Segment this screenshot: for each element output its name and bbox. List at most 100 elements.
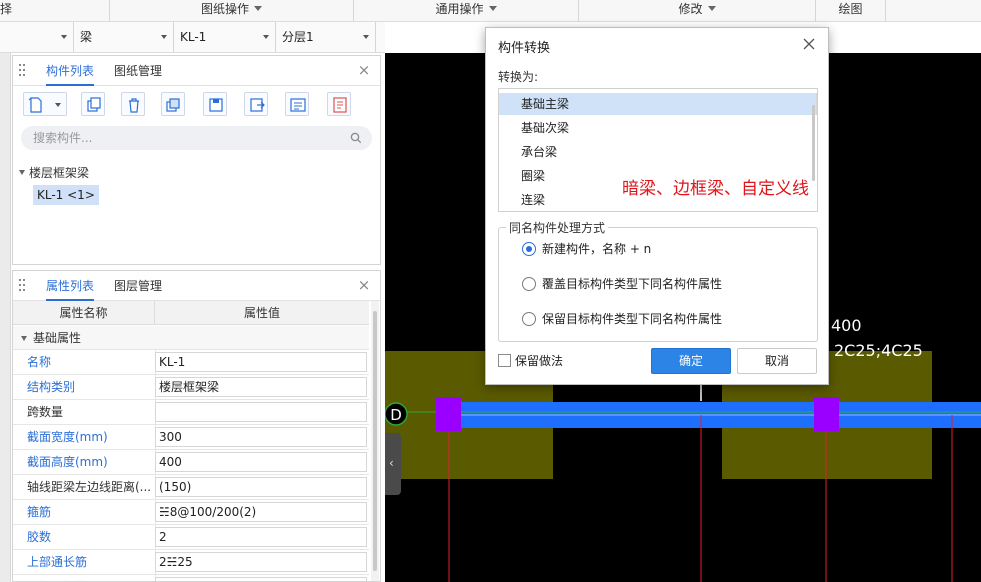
save-icon: [209, 98, 223, 112]
list-item[interactable]: 承台梁: [499, 141, 817, 163]
property-value-field[interactable]: 楼层框架梁: [155, 377, 367, 397]
layer-select[interactable]: 分层1: [276, 22, 376, 52]
property-value-field[interactable]: ☵8@100/200(2): [155, 502, 367, 522]
property-name: 下部通长筋: [27, 575, 87, 581]
property-name: 跨数量: [27, 405, 64, 419]
layer-copy-button[interactable]: [161, 92, 185, 116]
search-icon[interactable]: [350, 132, 362, 144]
search-input[interactable]: [33, 129, 333, 147]
keep-method-label: 保留做法: [515, 354, 564, 368]
section-label: 基础属性: [33, 331, 82, 345]
radio-icon: [522, 277, 536, 291]
ribbon-group-partial[interactable]: 择: [0, 0, 110, 21]
beam-size-text: 400: [831, 316, 862, 335]
option-label: 新建构件，名称 + n: [542, 242, 652, 256]
property-value-field[interactable]: 400: [155, 452, 367, 472]
delete-component-button[interactable]: [121, 92, 145, 116]
property-row[interactable]: 跨数量: [13, 400, 369, 425]
export-icon: [250, 98, 265, 112]
dialog-title: 构件转换: [498, 41, 551, 56]
chevron-down-icon: [19, 170, 25, 175]
new-component-button[interactable]: [23, 92, 67, 116]
property-value-field[interactable]: 300: [155, 427, 367, 447]
same-name-legend: 同名构件处理方式: [506, 219, 609, 236]
filter-button[interactable]: [327, 92, 351, 116]
property-row[interactable]: 轴线距梁左边线距离(... (150): [13, 475, 369, 500]
ribbon-group-draw-label: 绘图: [838, 2, 863, 16]
radio-icon: [522, 312, 536, 326]
list-item[interactable]: 基础主梁: [499, 93, 817, 115]
property-row[interactable]: 胶数 2: [13, 525, 369, 550]
chevron-left-icon: ‹: [389, 456, 394, 470]
element-name-select[interactable]: KL-1: [174, 22, 276, 52]
property-scrollbar[interactable]: [371, 301, 379, 581]
collapse-panel-handle[interactable]: ‹: [385, 433, 401, 495]
tab-component-list[interactable]: 构件列表: [46, 56, 95, 86]
chevron-down-icon: [55, 103, 61, 107]
chevron-down-icon: [61, 35, 67, 39]
tree-group-label: 楼层框架梁: [29, 166, 90, 180]
new-file-icon: [28, 97, 42, 113]
ribbon-group-general-ops[interactable]: 通用操作: [354, 0, 579, 21]
property-value-field[interactable]: KL-1: [155, 352, 367, 372]
ribbon-group-drawing-ops[interactable]: 图纸操作: [110, 0, 354, 21]
tab-property-list[interactable]: 属性列表: [46, 271, 95, 301]
selector-row: 梁 KL-1 分层1: [0, 22, 385, 53]
beam-node[interactable]: [814, 397, 839, 431]
ribbon-bar: 择 图纸操作 通用操作 修改 绘图: [0, 0, 981, 22]
close-icon[interactable]: [800, 35, 818, 53]
tree-item-kl1[interactable]: KL-1 <1>: [33, 185, 99, 205]
property-row[interactable]: 截面宽度(mm) 300: [13, 425, 369, 450]
property-value-field[interactable]: 2☵25: [155, 552, 367, 572]
cancel-button[interactable]: 取消: [737, 348, 817, 374]
property-row[interactable]: 上部通长筋 2☵25: [13, 550, 369, 575]
drag-grip-icon[interactable]: [19, 64, 27, 78]
property-row[interactable]: 下部通长筋 4☵25: [13, 575, 369, 581]
property-value-field[interactable]: 4☵25: [155, 577, 367, 581]
close-icon[interactable]: ×: [356, 62, 372, 78]
scrollbar-thumb[interactable]: [373, 311, 377, 571]
section-basic-props[interactable]: 基础属性: [13, 326, 369, 350]
property-row[interactable]: 箍筋 ☵8@100/200(2): [13, 500, 369, 525]
element-type-select[interactable]: 梁: [74, 22, 174, 52]
beam-rebar-text: 2C25;4C25: [834, 341, 923, 360]
floor-select[interactable]: [0, 22, 74, 52]
tab-drawing-management[interactable]: 图纸管理: [114, 56, 162, 86]
property-panel-tabs: 属性列表 图层管理 ×: [13, 271, 380, 301]
detail-list-icon: [333, 97, 347, 113]
ok-button[interactable]: 确定: [651, 348, 731, 374]
extract-button[interactable]: [244, 92, 268, 116]
ribbon-group-modify[interactable]: 修改: [579, 0, 816, 21]
ribbon-group-general-ops-label: 通用操作: [435, 2, 484, 16]
option-label: 覆盖目标构件类型下同名构件属性: [542, 277, 723, 291]
chevron-down-icon: [21, 336, 27, 341]
element-type-value: 梁: [80, 30, 93, 44]
property-row[interactable]: 名称 KL-1: [13, 350, 369, 375]
ribbon-group-partial-label: 择: [0, 2, 13, 16]
annotation-text: 暗梁、边框梁、自定义线: [622, 179, 809, 199]
copy-component-button[interactable]: [81, 92, 105, 116]
close-icon[interactable]: ×: [356, 277, 372, 293]
drag-grip-icon[interactable]: [19, 279, 27, 293]
save-template-button[interactable]: [203, 92, 227, 116]
beam-node[interactable]: [436, 397, 461, 431]
property-value-field[interactable]: [155, 402, 367, 422]
property-name: 箍筋: [27, 505, 52, 519]
property-name: 胶数: [27, 530, 52, 544]
property-row[interactable]: 结构类别 楼层框架梁: [13, 375, 369, 400]
ribbon-group-draw[interactable]: 绘图: [816, 0, 886, 21]
property-value-field[interactable]: (150): [155, 477, 367, 497]
property-row[interactable]: 截面高度(mm) 400: [13, 450, 369, 475]
list-scrollbar[interactable]: [812, 105, 815, 181]
list-item[interactable]: 基础次梁: [499, 117, 817, 139]
layers-icon: [166, 98, 180, 112]
convert-to-label: 转换为:: [498, 70, 539, 84]
col-property-value: 属性值: [243, 306, 280, 320]
component-search[interactable]: [21, 126, 372, 150]
display-button[interactable]: [285, 92, 309, 116]
tree-group[interactable]: 楼层框架梁: [19, 164, 89, 182]
component-panel-tabs: 构件列表 图纸管理 ×: [13, 56, 380, 86]
property-value-field[interactable]: 2: [155, 527, 367, 547]
tab-layer-management[interactable]: 图层管理: [114, 271, 162, 301]
copy-icon: [87, 97, 101, 112]
